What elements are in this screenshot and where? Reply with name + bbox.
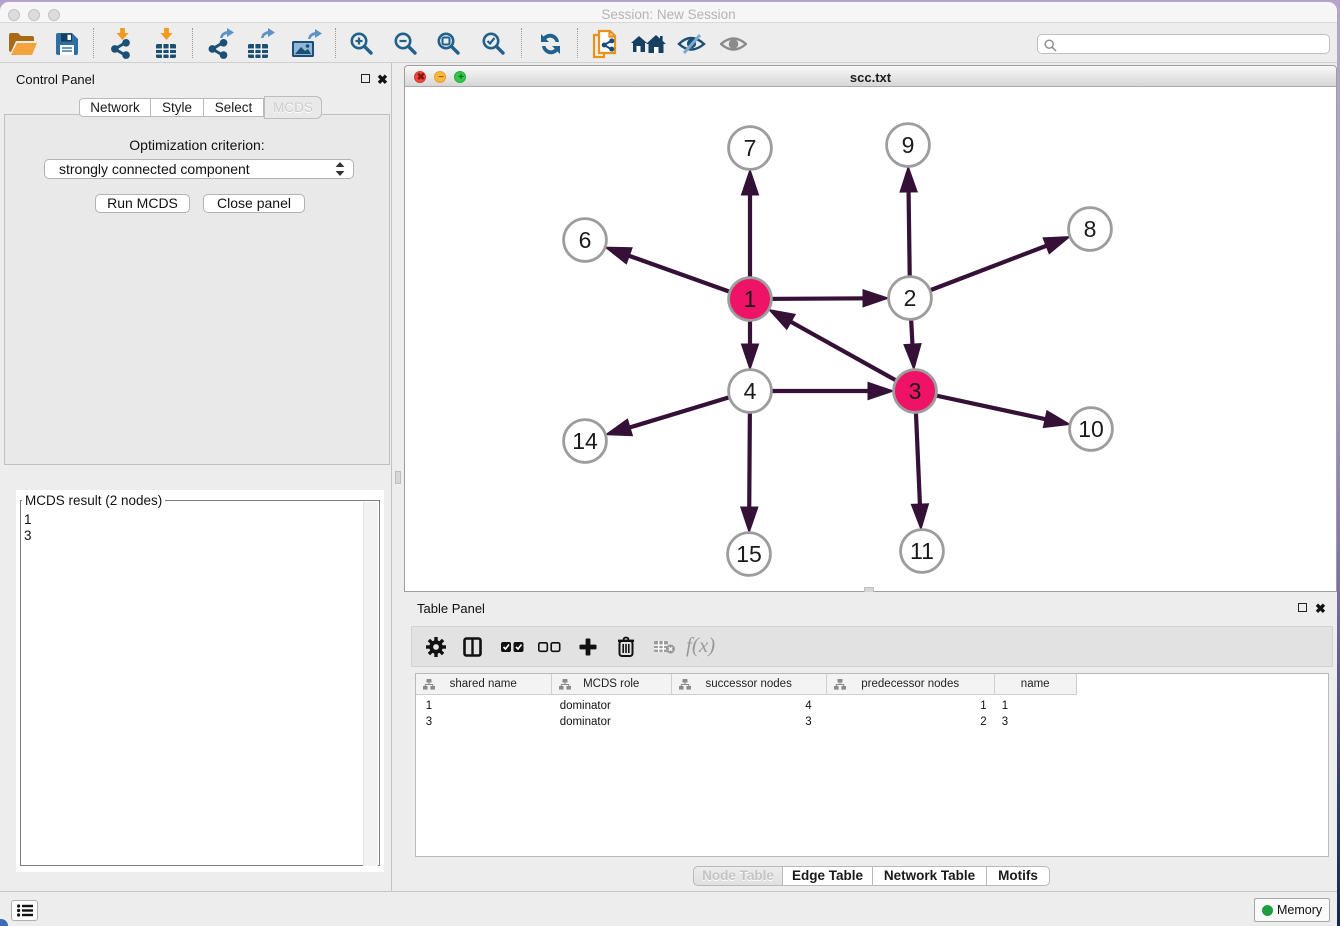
svg-text:10: 10 <box>1078 416 1104 442</box>
svg-text:3: 3 <box>909 378 922 404</box>
svg-text:4: 4 <box>744 378 757 404</box>
svg-text:7: 7 <box>744 135 757 161</box>
svg-text:11: 11 <box>910 538 934 564</box>
svg-text:14: 14 <box>572 428 598 454</box>
svg-text:8: 8 <box>1084 216 1097 242</box>
svg-text:1: 1 <box>744 286 757 312</box>
svg-text:2: 2 <box>904 285 917 311</box>
svg-text:6: 6 <box>579 227 592 253</box>
svg-text:15: 15 <box>736 541 762 567</box>
svg-text:9: 9 <box>902 132 915 158</box>
